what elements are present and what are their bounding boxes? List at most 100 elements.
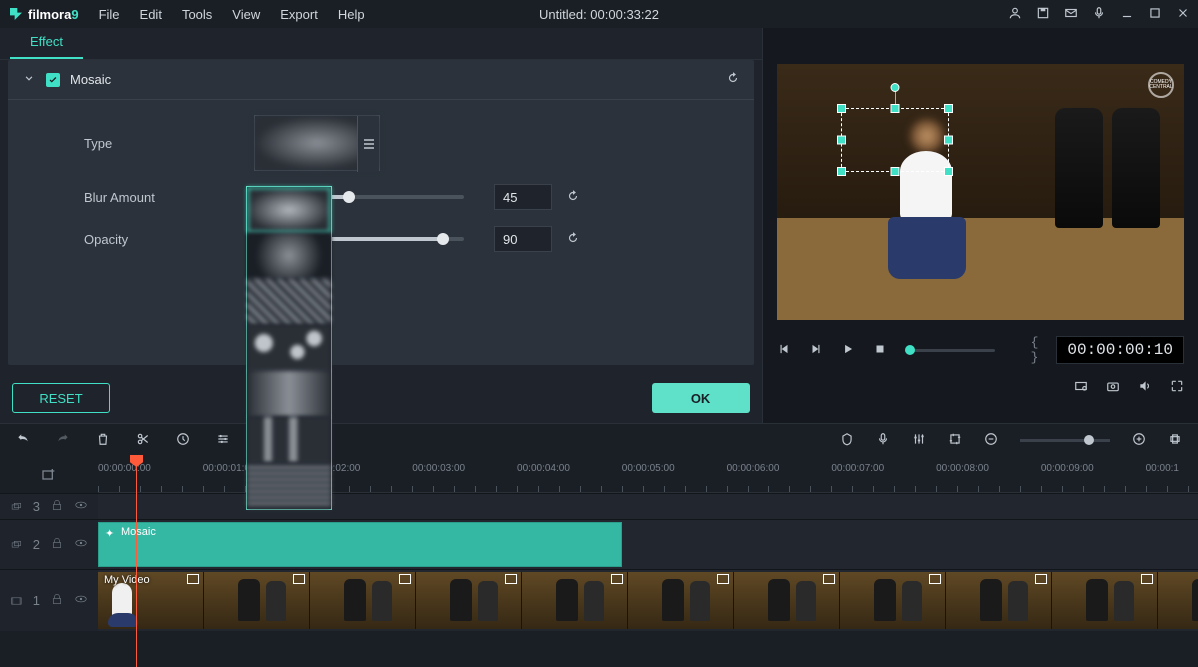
effect-body: Mosaic Type Blur Amount: [8, 60, 754, 365]
preview-viewport[interactable]: COMEDY CENTRAL: [777, 64, 1184, 320]
type-option-3[interactable]: [247, 279, 331, 325]
rotate-handle[interactable]: [890, 83, 899, 92]
delete-icon[interactable]: [96, 432, 110, 449]
clip-mosaic[interactable]: ✦ Mosaic: [98, 522, 622, 567]
prev-frame-icon[interactable]: [777, 342, 791, 359]
menu-export[interactable]: Export: [270, 3, 328, 26]
type-option-2[interactable]: [247, 233, 331, 279]
resize-handle-nw[interactable]: [837, 104, 846, 113]
type-option-1[interactable]: [247, 187, 331, 233]
volume-icon[interactable]: [1138, 379, 1152, 396]
record-vo-icon[interactable]: [876, 432, 890, 449]
label-type: Type: [84, 136, 254, 151]
menu-file[interactable]: File: [89, 3, 130, 26]
type-dropdown-button[interactable]: [357, 116, 379, 172]
blur-value-input[interactable]: 45: [494, 184, 552, 210]
next-frame-icon[interactable]: [809, 342, 823, 359]
fullscreen-icon[interactable]: [1170, 379, 1184, 396]
type-option-7[interactable]: [247, 463, 331, 509]
maximize-icon[interactable]: [1148, 6, 1162, 23]
account-icon[interactable]: [1008, 6, 1022, 23]
effect-panel: Effect Mosaic Type: [0, 28, 762, 423]
resize-handle-e[interactable]: [944, 136, 953, 145]
clip-thumb: [628, 572, 734, 629]
zoom-fit-icon[interactable]: [1168, 432, 1182, 449]
preview-panel: COMEDY CENTRAL { } 00:00:00:10: [762, 28, 1198, 423]
reset-blur-icon[interactable]: [566, 189, 580, 206]
menu-view[interactable]: View: [222, 3, 270, 26]
adjust-icon[interactable]: [216, 432, 230, 449]
list-icon: [364, 139, 374, 149]
ruler-tick: 00:00:04:00: [517, 463, 570, 474]
track-2-lane[interactable]: ✦ Mosaic: [98, 520, 1198, 569]
reset-opacity-icon[interactable]: [566, 231, 580, 248]
track-1-lane[interactable]: My Video: [98, 570, 1198, 631]
overlay-track-icon: [10, 500, 23, 514]
snapshot-icon[interactable]: [1106, 379, 1120, 396]
tab-effect[interactable]: Effect: [10, 28, 83, 59]
redo-icon[interactable]: [56, 432, 70, 449]
track-1-visible-icon[interactable]: [74, 592, 88, 609]
resize-handle-se[interactable]: [944, 167, 953, 176]
minimize-icon[interactable]: [1120, 6, 1134, 23]
playhead[interactable]: [136, 457, 137, 667]
ok-button[interactable]: OK: [652, 383, 750, 413]
resize-handle-ne[interactable]: [944, 104, 953, 113]
track-1-lock-icon[interactable]: [50, 592, 64, 609]
save-icon[interactable]: [1036, 6, 1050, 23]
add-track-button[interactable]: [0, 457, 98, 493]
crop-icon[interactable]: [948, 432, 962, 449]
track-2-lock-icon[interactable]: [50, 536, 64, 553]
resize-handle-sw[interactable]: [837, 167, 846, 176]
menu-help[interactable]: Help: [328, 3, 375, 26]
label-opacity: Opacity: [84, 232, 254, 247]
menu-edit[interactable]: Edit: [130, 3, 172, 26]
effect-enable-checkbox[interactable]: [46, 73, 60, 87]
marker-icon[interactable]: [840, 432, 854, 449]
undo-icon[interactable]: [16, 432, 30, 449]
mixer-icon[interactable]: [912, 432, 926, 449]
resize-handle-s[interactable]: [890, 167, 899, 176]
zoom-in-icon[interactable]: [1132, 432, 1146, 449]
resize-handle-n[interactable]: [890, 104, 899, 113]
track-3-visible-icon[interactable]: [74, 498, 88, 515]
reset-button[interactable]: RESET: [12, 383, 110, 413]
zoom-out-icon[interactable]: [984, 432, 998, 449]
clip-thumb: [734, 572, 840, 629]
row-opacity: Opacity 90: [84, 222, 740, 256]
type-option-5[interactable]: [247, 371, 331, 417]
type-option-6[interactable]: [247, 417, 331, 463]
menu-list: File Edit Tools View Export Help: [89, 3, 375, 26]
split-icon[interactable]: [136, 432, 150, 449]
effect-name: Mosaic: [70, 72, 111, 87]
track-2-visible-icon[interactable]: [74, 536, 88, 553]
preview-timecode: 00:00:00:10: [1056, 336, 1184, 364]
clip-thumb: [1052, 572, 1158, 629]
history-icon[interactable]: [176, 432, 190, 449]
menu-tools[interactable]: Tools: [172, 3, 222, 26]
ruler-tick: 00:00:06:00: [727, 463, 780, 474]
resize-handle-w[interactable]: [837, 136, 846, 145]
ruler-tick: 00:00:05:00: [622, 463, 675, 474]
label-blur: Blur Amount: [84, 190, 254, 205]
preview-scrubber[interactable]: [905, 349, 995, 352]
reset-section-icon[interactable]: [726, 71, 740, 88]
overlay-track-icon: [10, 538, 23, 552]
opacity-value-input[interactable]: 90: [494, 226, 552, 252]
play-icon[interactable]: [841, 342, 855, 359]
track-3-lock-icon[interactable]: [50, 498, 64, 515]
type-selector[interactable]: [254, 115, 380, 171]
type-option-4[interactable]: [247, 325, 331, 371]
mic-icon[interactable]: [1092, 6, 1106, 23]
clip-video[interactable]: My Video: [98, 572, 1198, 629]
zoom-slider[interactable]: [1020, 439, 1110, 442]
row-blur: Blur Amount 45: [84, 180, 740, 214]
effect-section-header[interactable]: Mosaic: [8, 60, 754, 100]
track-2-head: 2: [0, 520, 98, 569]
effect-selection-box[interactable]: [841, 108, 949, 172]
stop-icon[interactable]: [873, 342, 887, 359]
track-3-number: 3: [33, 499, 40, 514]
close-icon[interactable]: [1176, 6, 1190, 23]
quality-icon[interactable]: [1074, 379, 1088, 396]
mail-icon[interactable]: [1064, 6, 1078, 23]
